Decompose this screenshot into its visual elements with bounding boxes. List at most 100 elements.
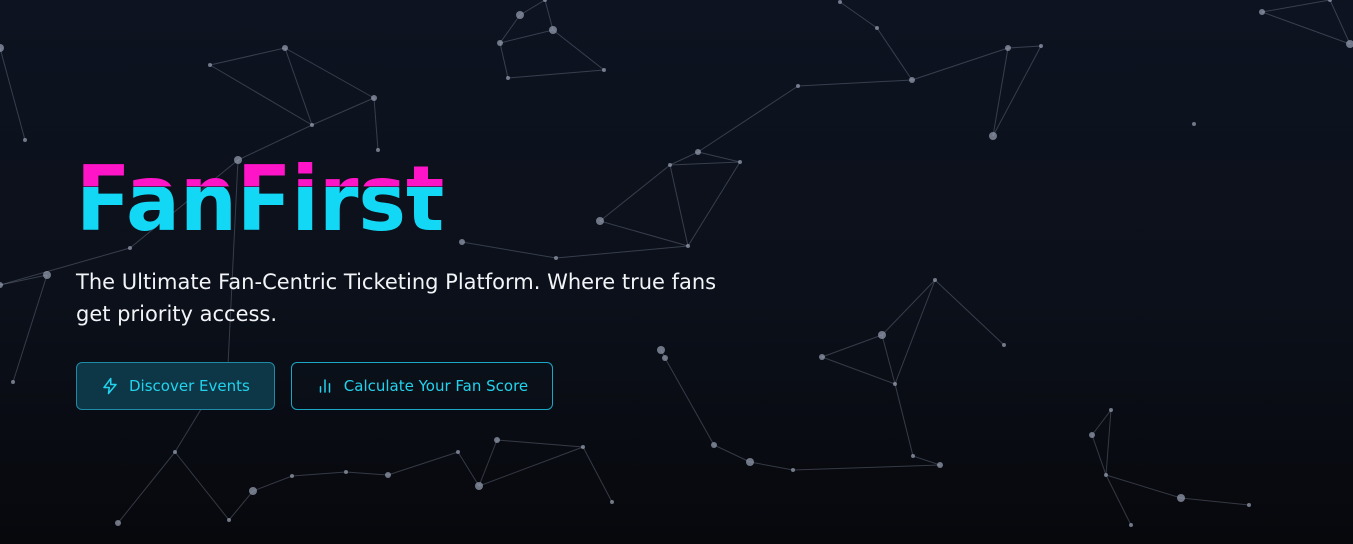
network-node <box>385 472 391 478</box>
network-line <box>519 0 546 16</box>
discover-events-button[interactable]: Discover Events <box>76 362 275 410</box>
network-line <box>0 274 48 286</box>
bar-chart-icon <box>319 379 331 393</box>
network-line <box>507 69 605 79</box>
network-node <box>989 132 997 140</box>
network-node <box>549 26 557 34</box>
network-node <box>933 278 937 282</box>
network-node <box>344 470 348 474</box>
network-line <box>1007 45 1042 49</box>
network-line <box>1180 497 1250 506</box>
network-node <box>796 84 800 88</box>
hero-section: FanFirst FanFirst The Ultimate Fan-Centr… <box>76 150 776 410</box>
network-node <box>0 282 3 288</box>
network-node <box>475 482 483 490</box>
lightning-icon <box>103 377 117 395</box>
network-line <box>499 42 509 79</box>
network-line <box>174 451 230 521</box>
network-line <box>912 455 941 466</box>
network-node <box>494 437 500 443</box>
network-line <box>1261 0 1331 13</box>
network-line <box>934 279 1005 346</box>
network-node <box>1109 408 1113 412</box>
network-line <box>792 464 941 471</box>
network-node <box>1129 523 1133 527</box>
network-node <box>1259 9 1265 15</box>
network-line <box>478 439 498 487</box>
network-node <box>937 462 943 468</box>
network-line <box>1091 434 1107 476</box>
discover-events-label: Discover Events <box>129 377 250 395</box>
network-line <box>881 279 936 336</box>
network-node <box>746 458 754 466</box>
network-node <box>1328 0 1332 2</box>
network-line <box>117 451 176 524</box>
network-line <box>496 439 584 448</box>
network-line <box>713 444 751 463</box>
network-node <box>1192 122 1196 126</box>
network-node <box>310 123 314 127</box>
network-node <box>610 500 614 504</box>
network-node <box>819 354 825 360</box>
network-line <box>373 97 379 151</box>
network-node <box>581 445 585 449</box>
network-line <box>911 47 1009 81</box>
network-node <box>456 450 460 454</box>
calculate-fan-score-button[interactable]: Calculate Your Fan Score <box>290 362 554 410</box>
network-node <box>911 454 915 458</box>
network-line <box>582 446 613 503</box>
network-line <box>1105 474 1182 499</box>
network-node <box>249 487 257 495</box>
network-line <box>228 490 254 521</box>
network-line <box>697 85 799 153</box>
network-line <box>209 64 313 126</box>
network-line <box>544 0 554 31</box>
network-line <box>1261 11 1351 45</box>
network-line <box>894 279 936 385</box>
network-node <box>115 520 121 526</box>
network-line <box>209 47 286 66</box>
network-node <box>1177 494 1185 502</box>
network-node <box>909 77 915 83</box>
calculate-fan-score-label: Calculate Your Fan Score <box>343 377 529 395</box>
network-line <box>894 383 914 457</box>
network-line <box>839 1 878 29</box>
network-line <box>478 446 584 487</box>
brand-title: FanFirst FanFirst <box>76 150 476 250</box>
tagline: The Ultimate Fan-Centric Ticketing Platf… <box>76 270 717 326</box>
network-node <box>282 45 288 51</box>
network-node <box>602 68 606 72</box>
network-node <box>791 468 795 472</box>
network-node <box>516 11 524 19</box>
network-line <box>457 451 480 487</box>
network-node <box>208 63 212 67</box>
network-node <box>838 0 842 4</box>
network-node <box>0 44 4 52</box>
network-node <box>543 0 547 2</box>
network-node <box>23 138 27 142</box>
network-node <box>173 450 177 454</box>
network-line <box>252 475 293 492</box>
network-line <box>1091 409 1112 436</box>
network-node <box>1247 503 1251 507</box>
network-node <box>875 26 879 30</box>
network-line <box>284 47 313 126</box>
hero-actions: Discover Events Calculate Your Fan Score <box>76 362 776 410</box>
network-line <box>876 27 913 81</box>
network-node <box>1039 44 1043 48</box>
network-node <box>506 76 510 80</box>
network-node <box>1346 40 1353 48</box>
network-line <box>284 47 375 99</box>
network-line <box>749 461 794 471</box>
network-node <box>290 474 294 478</box>
network-node <box>1104 473 1108 477</box>
network-line <box>311 97 375 126</box>
network-node <box>11 380 15 384</box>
network-line <box>387 451 459 476</box>
network-node <box>497 40 503 46</box>
network-line <box>821 334 883 358</box>
network-node <box>893 382 897 386</box>
network-node <box>1005 45 1011 51</box>
network-node <box>711 442 717 448</box>
network-node <box>878 331 886 339</box>
